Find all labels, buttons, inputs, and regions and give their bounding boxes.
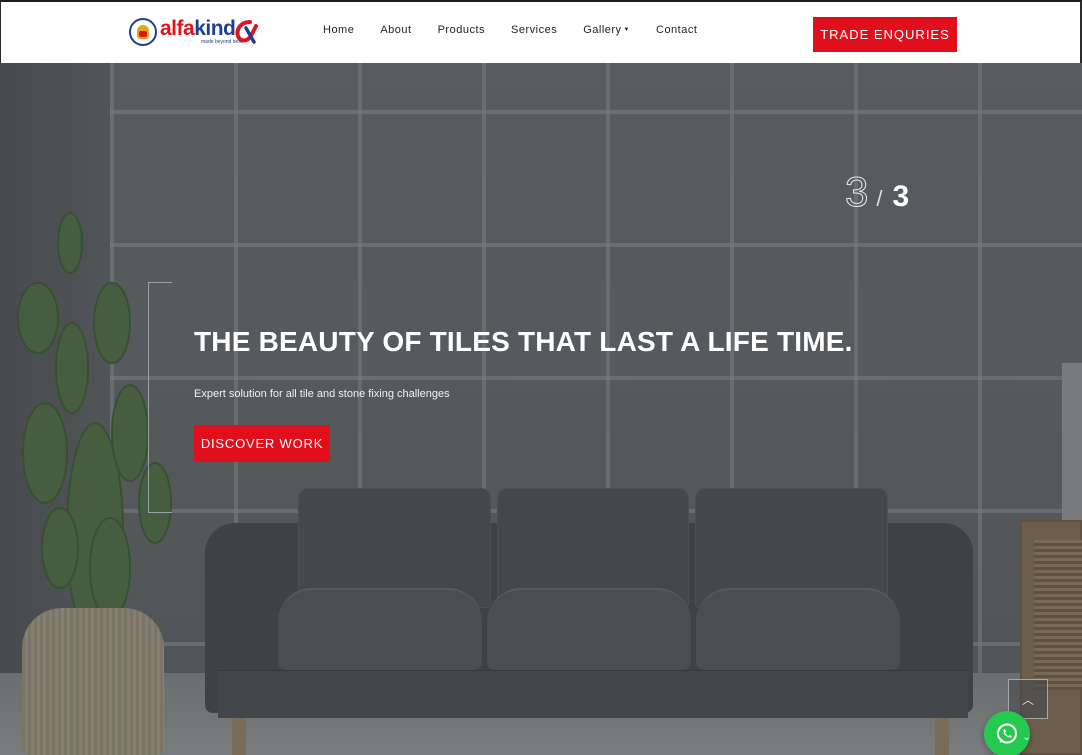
nav-products-label: Products xyxy=(437,24,486,36)
nav-home[interactable]: Home xyxy=(323,24,354,36)
discover-work-button[interactable]: DISCOVER WORK xyxy=(194,425,330,462)
nav-about[interactable]: About xyxy=(380,24,411,36)
nav-products[interactable]: Products xyxy=(438,24,485,36)
logo-tagline: made beyond best xyxy=(201,39,243,45)
hero-slider: 3 / 3 THE BEAUTY OF TILES THAT LAST A LI… xyxy=(0,63,1082,755)
hero-frame-bracket xyxy=(148,282,172,513)
nav-services-label: Services xyxy=(511,24,558,36)
nav-gallery-label: Gallery xyxy=(583,24,622,36)
site-header: alfakind made beyond best Home About Pro… xyxy=(0,0,1082,63)
caret-down-icon: ▼ xyxy=(623,27,630,33)
nav-contact-label: Contact xyxy=(656,24,698,36)
slide-counter: 3 / 3 xyxy=(844,168,910,215)
chevron-up-icon: ︿ xyxy=(1021,692,1034,707)
nav-contact[interactable]: Contact xyxy=(656,24,697,36)
chevron-down-icon[interactable]: ⌄ xyxy=(1022,730,1031,743)
nav-about-label: About xyxy=(380,24,412,36)
logo-wordmark: alfakind made beyond best xyxy=(160,17,243,47)
main-nav: Home About Products Services Gallery ▼ Co… xyxy=(323,24,723,36)
nav-services[interactable]: Services xyxy=(511,24,557,36)
logo-word-alfa: alfa xyxy=(160,17,195,40)
slide-current-number: 3 xyxy=(844,168,869,215)
nav-home-label: Home xyxy=(323,24,355,36)
slide-total-number: 3 xyxy=(892,180,910,213)
slide-counter-separator: / xyxy=(876,186,883,211)
hero-subtitle: Expert solution for all tile and stone f… xyxy=(194,388,450,400)
trade-enquiries-button[interactable]: TRADE ENQURIES xyxy=(813,17,957,52)
whatsapp-icon xyxy=(997,723,1017,744)
hero-title: THE BEAUTY OF TILES THAT LAST A LIFE TIM… xyxy=(194,326,853,357)
logo-word-kind: kind xyxy=(194,17,236,40)
mascot-icon xyxy=(129,18,157,46)
brand-logo[interactable]: alfakind made beyond best xyxy=(129,16,275,48)
nav-gallery[interactable]: Gallery ▼ xyxy=(583,24,630,36)
